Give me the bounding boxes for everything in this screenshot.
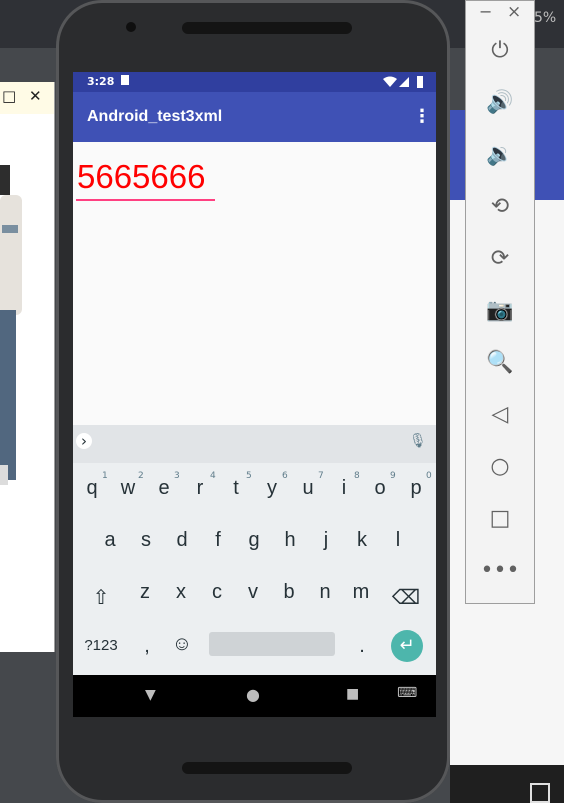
mic-icon[interactable]: 🎙 bbox=[409, 433, 427, 449]
emulator-toolbar: − × ⏻ 🔊 🔉 ⟲ ⟳ 📷 🔍 ◁ ○ □ ••• bbox=[465, 0, 535, 604]
toolbar-close-icon[interactable]: × bbox=[507, 2, 521, 22]
volume-down-icon[interactable]: 🔉 bbox=[466, 142, 534, 167]
key-l[interactable]: l bbox=[381, 529, 415, 552]
app-title: Android_test3xml bbox=[87, 108, 223, 125]
enter-key[interactable]: ↵ bbox=[391, 630, 423, 662]
camera-icon[interactable]: 📷 bbox=[466, 298, 534, 323]
key-m[interactable]: m bbox=[344, 581, 378, 604]
suggestion-strip: › 🎙 bbox=[73, 425, 436, 463]
app-bar: Android_test3xml ⋮ bbox=[73, 92, 436, 142]
key-z[interactable]: z bbox=[128, 581, 162, 604]
soft-keyboard: › 🎙 q1w2e3r4t5y6u7i8o9p0 asdfghjkl zxcvb… bbox=[73, 425, 436, 675]
more-icon[interactable]: ••• bbox=[466, 558, 534, 583]
key-s[interactable]: s bbox=[129, 529, 163, 552]
nav-back-icon[interactable]: ▼ bbox=[145, 687, 156, 703]
nav-home-icon[interactable]: ● bbox=[246, 685, 260, 704]
overview-icon[interactable]: □ bbox=[466, 506, 534, 531]
top-speaker bbox=[182, 22, 352, 34]
battery-text: 5% bbox=[534, 10, 557, 26]
key-k[interactable]: k bbox=[345, 529, 379, 552]
key-n[interactable]: n bbox=[308, 581, 342, 604]
status-time: 3:28 bbox=[87, 75, 115, 88]
key-hint-3: 3 bbox=[174, 471, 180, 481]
back-icon[interactable]: ◁ bbox=[466, 402, 534, 427]
front-camera bbox=[126, 22, 136, 32]
key-hint-2: 2 bbox=[138, 471, 144, 481]
key-hint-7: 7 bbox=[318, 471, 324, 481]
shift-key[interactable]: ⇧ bbox=[84, 585, 118, 610]
edit-text-field[interactable]: 5665666 bbox=[77, 158, 205, 196]
status-bar: 3:28 bbox=[73, 72, 436, 92]
nav-keyboard-icon[interactable]: ⌨ bbox=[397, 685, 417, 701]
symbols-key[interactable]: ?123 bbox=[77, 637, 125, 654]
nav-recents-icon[interactable]: ■ bbox=[346, 686, 359, 702]
key-f[interactable]: f bbox=[201, 529, 235, 552]
expand-icon[interactable]: › bbox=[76, 433, 92, 449]
volume-up-icon[interactable]: 🔊 bbox=[466, 90, 534, 115]
space-bar[interactable] bbox=[209, 632, 335, 656]
key-d[interactable]: d bbox=[165, 529, 199, 552]
emoji-key[interactable]: ☺ bbox=[165, 633, 199, 656]
key-x[interactable]: x bbox=[164, 581, 198, 604]
key-h[interactable]: h bbox=[273, 529, 307, 552]
key-g[interactable]: g bbox=[237, 529, 271, 552]
key-hint-5: 5 bbox=[246, 471, 252, 481]
backspace-key[interactable]: ⌫ bbox=[389, 585, 423, 610]
edit-text-underline bbox=[76, 199, 215, 201]
rotate-left-icon[interactable]: ⟲ bbox=[466, 194, 534, 219]
key-a[interactable]: a bbox=[93, 529, 127, 552]
signal-battery-icons bbox=[383, 76, 423, 88]
close-icon[interactable]: ✕ bbox=[29, 87, 42, 105]
key-hint-9: 9 bbox=[390, 471, 396, 481]
key-hint-8: 8 bbox=[354, 471, 360, 481]
home-icon[interactable]: ○ bbox=[466, 454, 534, 479]
rotate-right-icon[interactable]: ⟳ bbox=[466, 246, 534, 271]
key-hint-4: 4 bbox=[210, 471, 216, 481]
key-hint-1: 1 bbox=[102, 471, 108, 481]
key-c[interactable]: c bbox=[200, 581, 234, 604]
power-icon[interactable]: ⏻ bbox=[466, 38, 534, 63]
bottom-speaker bbox=[182, 762, 352, 774]
comma-key[interactable]: , bbox=[130, 635, 164, 658]
zoom-icon[interactable]: 🔍 bbox=[466, 350, 534, 375]
phone-screen: 3:28 Android_test3xml ⋮ 5665666 › 🎙 q1w2… bbox=[73, 72, 436, 717]
key-b[interactable]: b bbox=[272, 581, 306, 604]
maximize-icon[interactable]: □ bbox=[2, 87, 16, 105]
overflow-menu-icon[interactable]: ⋮ bbox=[413, 106, 431, 127]
key-v[interactable]: v bbox=[236, 581, 270, 604]
taskbar-square-icon[interactable] bbox=[530, 783, 550, 803]
minimize-icon[interactable]: − bbox=[479, 2, 492, 21]
person-photo bbox=[0, 165, 22, 485]
key-j[interactable]: j bbox=[309, 529, 343, 552]
sd-card-icon bbox=[121, 75, 129, 85]
navigation-bar: ▼ ● ■ ⌨ bbox=[73, 675, 436, 717]
period-key[interactable]: . bbox=[345, 635, 379, 658]
key-hint-0: 0 bbox=[426, 471, 432, 481]
key-hint-6: 6 bbox=[282, 471, 288, 481]
